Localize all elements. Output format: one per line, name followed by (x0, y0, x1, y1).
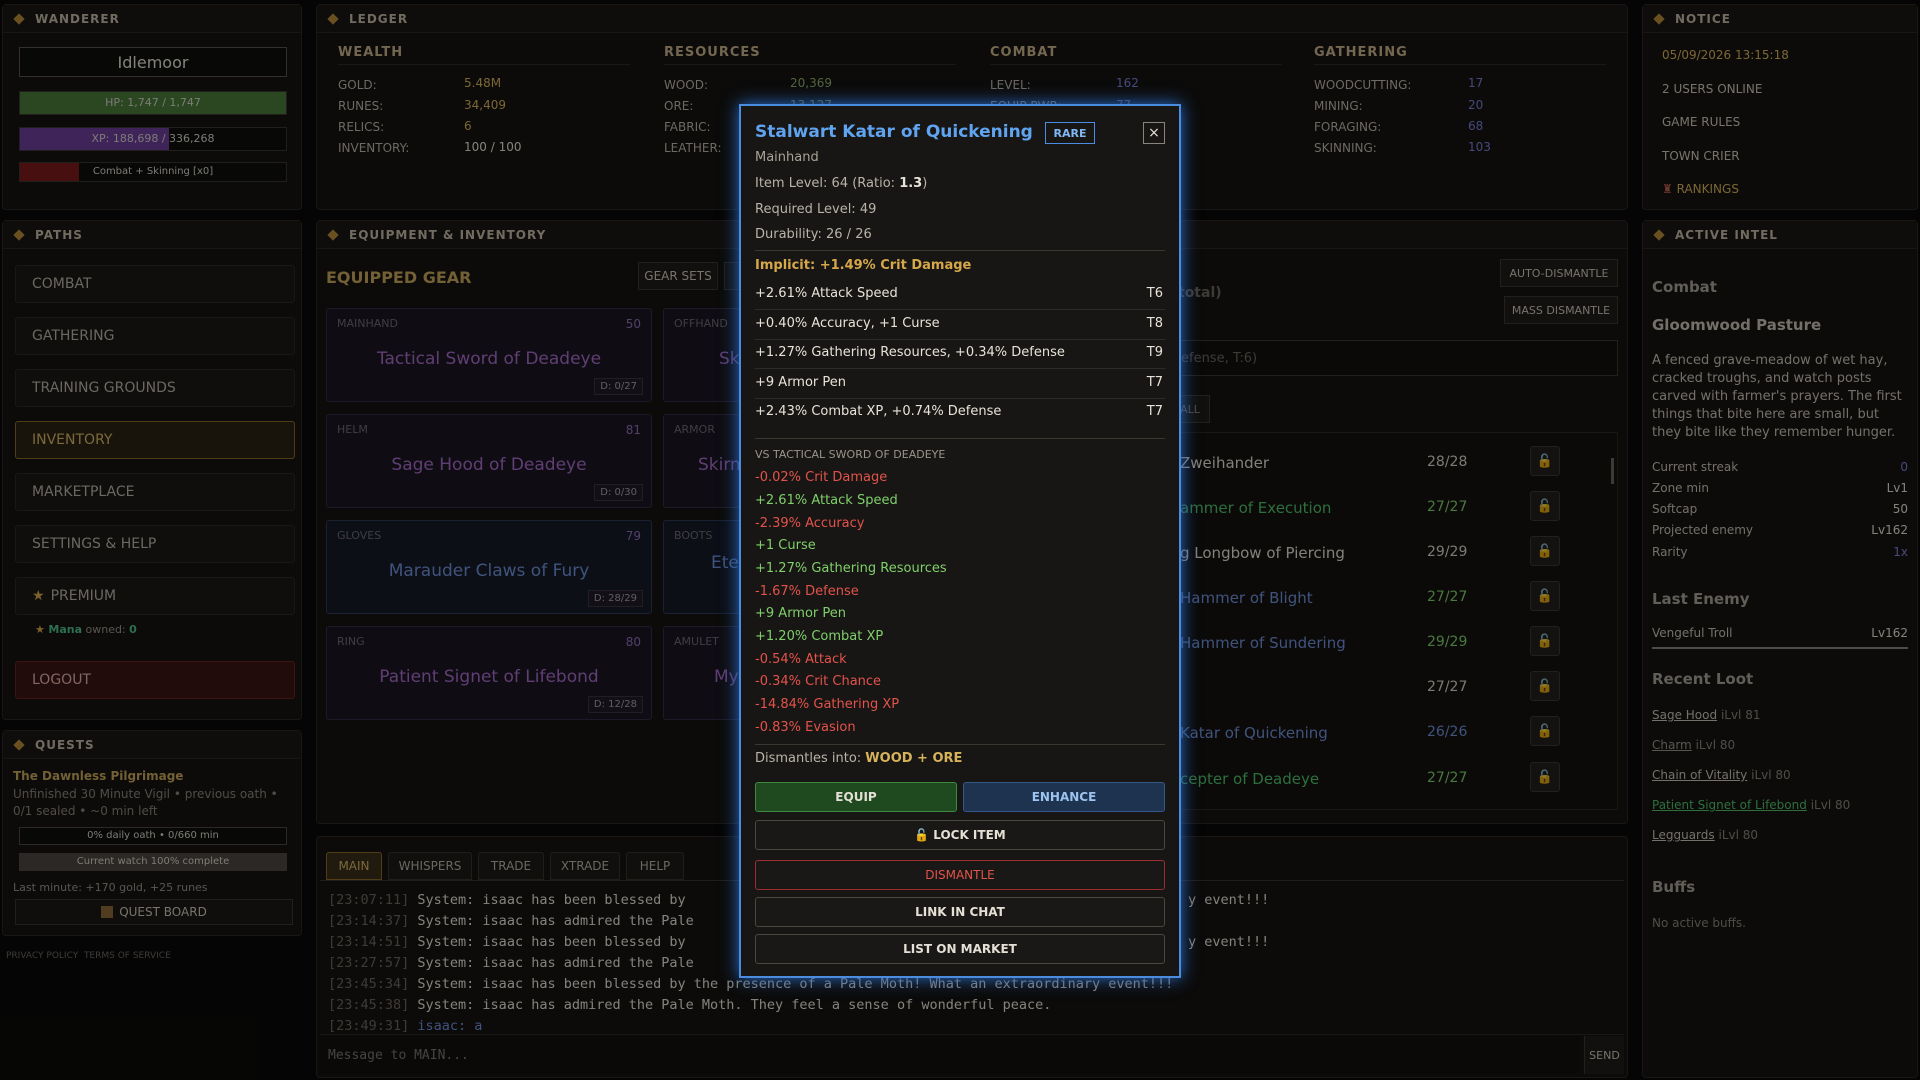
compare-line: -0.83% Evasion (755, 720, 856, 735)
compare-line: -0.34% Crit Chance (755, 674, 882, 689)
durability: Durability: 26 / 26 (755, 227, 872, 242)
required-level: Required Level: 49 (755, 202, 877, 217)
compare-line: -0.02% Crit Damage (755, 470, 888, 485)
divider (755, 250, 1165, 251)
link-in-chat-button[interactable]: LINK IN CHAT (755, 897, 1165, 927)
dismantle-value: WOOD + ORE (865, 751, 963, 766)
lock-item-label: LOCK ITEM (933, 828, 1006, 842)
item-tooltip-modal: Stalwart Katar of Quickening RARE × Main… (739, 104, 1181, 978)
affix-text: +9 Armor Pen (755, 375, 847, 390)
compare-line: +1.20% Combat XP (755, 629, 884, 644)
affix-row: +2.43% Combat XP, +0.74% Defense T7 (755, 398, 1165, 428)
affix-row: +0.40% Accuracy, +1 Curse T8 (755, 310, 1165, 340)
item-ratio: 1.3 (899, 176, 923, 191)
item-type: Mainhand (755, 150, 819, 165)
affix-tier: T9 (1146, 345, 1163, 360)
divider (755, 744, 1165, 745)
affix-text: +2.43% Combat XP, +0.74% Defense (755, 404, 1002, 419)
compare-line: +1 Curse (755, 538, 816, 553)
affix-row: +2.61% Attack Speed T6 (755, 280, 1165, 310)
dismantle-info: Dismantles into: WOOD + ORE (755, 751, 962, 766)
affix-tier: T8 (1146, 316, 1163, 331)
lock-icon: 🔓 (914, 828, 930, 842)
item-level: Item Level: 64 (Ratio: 1.3) (755, 176, 927, 191)
affix-row: +1.27% Gathering Resources, +0.34% Defen… (755, 339, 1165, 369)
affix-tier: T7 (1146, 404, 1163, 419)
affix-text: +1.27% Gathering Resources, +0.34% Defen… (755, 345, 1065, 360)
compare-line: +9 Armor Pen (755, 606, 847, 621)
compare-line: +1.27% Gathering Resources (755, 561, 947, 576)
compare-line: -1.67% Defense (755, 584, 859, 599)
divider (755, 438, 1165, 439)
affix-text: +0.40% Accuracy, +1 Curse (755, 316, 940, 331)
affix-text: +2.61% Attack Speed (755, 286, 898, 301)
dismantle-label: Dismantles into: (755, 751, 866, 766)
dismantle-button[interactable]: DISMANTLE (755, 860, 1165, 890)
compare-line: -2.39% Accuracy (755, 516, 865, 531)
rarity-badge: RARE (1045, 122, 1095, 144)
enhance-button[interactable]: ENHANCE (963, 782, 1165, 812)
lock-item-button[interactable]: 🔓 LOCK ITEM (755, 820, 1165, 850)
item-level-label: Item Level: 64 (Ratio: (755, 176, 900, 191)
compare-line: -0.54% Attack (755, 652, 847, 667)
item-level-close: ) (922, 176, 928, 191)
implicit-stat: Implicit: +1.49% Crit Damage (755, 258, 972, 273)
list-on-market-button[interactable]: LIST ON MARKET (755, 934, 1165, 964)
affix-tier: T7 (1146, 375, 1163, 390)
compare-line: +2.61% Attack Speed (755, 493, 898, 508)
affix-row: +9 Armor Pen T7 (755, 369, 1165, 399)
item-name: Stalwart Katar of Quickening (755, 122, 1033, 142)
close-icon[interactable]: × (1143, 122, 1165, 144)
compare-title: VS TACTICAL SWORD OF DEADEYE (755, 448, 946, 461)
affix-tier: T6 (1146, 286, 1163, 301)
compare-line: -14.84% Gathering XP (755, 697, 900, 712)
equip-button[interactable]: EQUIP (755, 782, 957, 812)
